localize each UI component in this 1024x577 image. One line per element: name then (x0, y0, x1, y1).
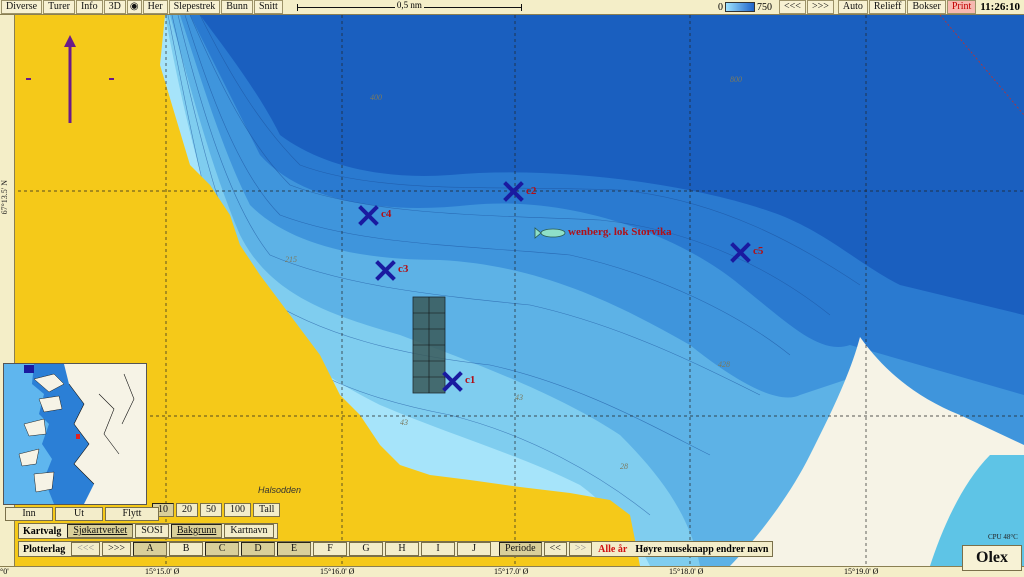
sample-grid[interactable] (412, 296, 446, 394)
menu-her[interactable]: Her (142, 0, 168, 14)
marker-label-c2: c2 (526, 185, 537, 197)
layer-f-button[interactable]: F (313, 542, 348, 556)
scale-bar: 0,5 nm (296, 0, 522, 13)
move-button[interactable]: Flytt (105, 507, 159, 521)
plotterlag-row: Plotterlag <<< >>> A B C D E F G H I J P… (18, 541, 774, 557)
menu-turer[interactable]: Turer (43, 0, 75, 14)
layer-i-button[interactable]: I (421, 542, 456, 556)
marker-label-c4: c4 (381, 208, 392, 220)
depth-label: 28 (620, 462, 628, 471)
olex-logo: Olex (962, 545, 1022, 571)
menu-info[interactable]: Info (75, 0, 103, 14)
layer-a-button[interactable]: A (133, 542, 168, 556)
layer-c-button[interactable]: C (205, 542, 240, 556)
depth-label: 428 (718, 360, 730, 369)
layer-e-button[interactable]: E (277, 542, 312, 556)
top-toolbar: Diverse Turer Info 3D ◉ Her Slepestrek B… (0, 0, 1024, 15)
place-name: Halsodden (258, 485, 302, 495)
depth-max: 750 (757, 1, 773, 13)
zoom-100-button[interactable]: 100 (224, 503, 251, 517)
zoom-in-button[interactable]: Inn (5, 507, 53, 521)
menu-3d[interactable]: 3D (103, 0, 126, 14)
nav-forward-button[interactable]: >>> (806, 0, 834, 14)
menu-bunn[interactable]: Bunn (221, 0, 253, 14)
longitude-label: 15°15.0' Ø (145, 567, 180, 576)
depth-label: 800 (730, 75, 742, 84)
hint-label: Høyre museknapp endrer navn (635, 543, 769, 555)
menu-snitt[interactable]: Snitt (253, 0, 283, 14)
periode-next-button[interactable]: >> (568, 542, 593, 556)
layer-g-button[interactable]: G (349, 542, 384, 556)
marker-label-c3: c3 (398, 263, 409, 275)
print-button[interactable]: Print (946, 0, 977, 14)
periode-button[interactable]: Periode (499, 542, 542, 556)
menu-diverse[interactable]: Diverse (1, 0, 43, 14)
bokser-button[interactable]: Bokser (907, 0, 946, 14)
nautical-chart[interactable]: c1 c2 c3 c4 c5 wenberg. lok Storvika 43 … (0, 15, 1024, 566)
plotterlag-label: Plotterlag (23, 543, 66, 555)
kartvalg-row: Kartvalg Sjøkartverket SOSI Bakgrunn Kar… (18, 523, 278, 539)
overview-map[interactable] (3, 363, 147, 505)
scale-label: 0,5 nm (394, 0, 424, 10)
plotterlag-back[interactable]: <<< (71, 542, 101, 556)
nav-back-button[interactable]: <<< (779, 0, 806, 14)
layer-d-button[interactable]: D (241, 542, 276, 556)
marker-label-c5: c5 (753, 245, 764, 257)
longitude-label: 15°18.0' Ø (669, 567, 704, 576)
depth-min: 0 (718, 1, 724, 13)
layer-h-button[interactable]: H (385, 542, 420, 556)
depth-label: 215 (285, 255, 297, 264)
longitude-label: °0' (0, 567, 9, 576)
kartvalg-label: Kartvalg (23, 525, 62, 537)
relieff-button[interactable]: Relieff (868, 0, 907, 14)
layer-j-button[interactable]: J (457, 542, 492, 556)
zoom-tall-button[interactable]: Tall (253, 503, 281, 517)
kartvalg-sjokartverket[interactable]: Sjøkartverket (67, 524, 134, 538)
plotterlag-forward[interactable]: >>> (102, 542, 132, 556)
target-icon[interactable]: ◉ (126, 0, 142, 14)
zoom-actions: Inn Ut Flytt (3, 507, 159, 521)
depth-gradient (725, 2, 756, 12)
zoom-panel: 10 20 50 100 Tall (150, 503, 281, 517)
auto-button[interactable]: Auto (837, 0, 868, 14)
fish-label: wenberg. lok Storvika (568, 226, 672, 238)
periode-prev-button[interactable]: << (543, 542, 567, 556)
longitude-ruler: °0' 15°15.0' Ø 15°16.0' Ø 15°17.0' Ø 15°… (0, 566, 1024, 577)
kartvalg-sosi[interactable]: SOSI (135, 524, 169, 538)
current-location-marker (76, 434, 80, 439)
kartvalg-bakgrunn[interactable]: Bakgrunn (170, 524, 223, 538)
longitude-label: 15°17.0' Ø (494, 567, 529, 576)
alle-ar-label: Alle år (598, 543, 628, 555)
depth-label: 43 (515, 393, 523, 402)
chart-canvas[interactable] (0, 15, 1024, 566)
marker-label-c1: c1 (465, 374, 476, 386)
zoom-50-button[interactable]: 50 (200, 503, 222, 517)
overview-map-canvas (4, 364, 146, 504)
zoom-20-button[interactable]: 20 (176, 503, 198, 517)
kartvalg-kartnavn[interactable]: Kartnavn (224, 524, 274, 538)
depth-label: 43 (400, 418, 408, 427)
cpu-temperature: CPU 48°C (988, 533, 1018, 541)
longitude-label: 15°19.0' Ø (844, 567, 879, 576)
menu-slepestrek[interactable]: Slepestrek (168, 0, 221, 14)
latitude-label: 67°13.5' N (0, 180, 9, 215)
longitude-label: 15°16.0' Ø (320, 567, 355, 576)
layer-b-button[interactable]: B (169, 542, 204, 556)
clock: 11:26:10 (980, 1, 1020, 13)
zoom-out-button[interactable]: Ut (55, 507, 103, 521)
depth-label: 400 (370, 93, 382, 102)
